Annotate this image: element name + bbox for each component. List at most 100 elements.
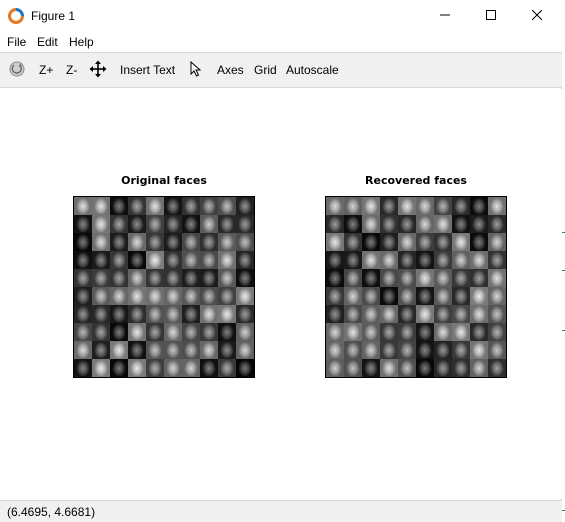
zoom-out-label: Z- — [66, 63, 78, 77]
face-thumbnail — [146, 269, 164, 287]
recovered-faces-image[interactable] — [325, 196, 507, 378]
face-thumbnail — [452, 269, 470, 287]
face-thumbnail — [434, 197, 452, 215]
face-thumbnail — [488, 359, 506, 377]
face-thumbnail — [470, 359, 488, 377]
menu-edit[interactable]: Edit — [37, 35, 58, 49]
face-thumbnail — [128, 215, 146, 233]
face-thumbnail — [326, 197, 344, 215]
face-thumbnail — [92, 287, 110, 305]
grid-button[interactable]: Grid — [254, 53, 277, 87]
face-thumbnail — [236, 269, 254, 287]
maximize-button[interactable] — [468, 0, 514, 32]
rotate-icon — [8, 60, 26, 81]
figure-window: Figure 1 File Edit Help Z+ Z- Insert Tex… — [0, 0, 562, 522]
face-thumbnail — [470, 323, 488, 341]
face-thumbnail — [110, 251, 128, 269]
face-thumbnail — [110, 197, 128, 215]
face-thumbnail — [182, 251, 200, 269]
face-thumbnail — [470, 251, 488, 269]
title-bar[interactable]: Figure 1 — [0, 0, 562, 32]
face-thumbnail — [218, 251, 236, 269]
face-thumbnail — [344, 287, 362, 305]
close-icon — [531, 9, 543, 23]
right-plot-title: Recovered faces — [365, 174, 467, 187]
face-thumbnail — [236, 323, 254, 341]
face-thumbnail — [380, 287, 398, 305]
face-thumbnail — [200, 305, 218, 323]
face-thumbnail — [434, 251, 452, 269]
face-thumbnail — [128, 287, 146, 305]
face-thumbnail — [326, 287, 344, 305]
face-thumbnail — [164, 197, 182, 215]
face-thumbnail — [92, 269, 110, 287]
face-thumbnail — [74, 269, 92, 287]
minimize-button[interactable] — [422, 0, 468, 32]
face-thumbnail — [452, 197, 470, 215]
face-thumbnail — [398, 305, 416, 323]
face-thumbnail — [398, 251, 416, 269]
zoom-out-button[interactable]: Z- — [66, 53, 77, 87]
face-thumbnail — [452, 233, 470, 251]
face-thumbnail — [326, 305, 344, 323]
face-thumbnail — [434, 359, 452, 377]
face-thumbnail — [164, 215, 182, 233]
face-thumbnail — [380, 359, 398, 377]
close-button[interactable] — [514, 0, 560, 32]
face-thumbnail — [128, 269, 146, 287]
insert-text-button[interactable]: Insert Text — [120, 53, 175, 87]
face-thumbnail — [164, 233, 182, 251]
face-thumbnail — [146, 287, 164, 305]
face-thumbnail — [164, 305, 182, 323]
face-thumbnail — [218, 197, 236, 215]
face-thumbnail — [236, 251, 254, 269]
face-thumbnail — [452, 305, 470, 323]
figure-canvas[interactable]: Original faces Recovered faces — [0, 89, 562, 499]
face-thumbnail — [488, 197, 506, 215]
face-thumbnail — [488, 215, 506, 233]
face-thumbnail — [182, 305, 200, 323]
menu-help[interactable]: Help — [69, 35, 94, 49]
status-bar: (6.4695, 4.6681) — [0, 500, 562, 522]
face-thumbnail — [470, 269, 488, 287]
face-thumbnail — [200, 323, 218, 341]
face-thumbnail — [434, 269, 452, 287]
zoom-in-button[interactable]: Z+ — [39, 53, 53, 87]
axes-button[interactable]: Axes — [217, 53, 244, 87]
maximize-icon — [486, 9, 496, 23]
face-thumbnail — [110, 287, 128, 305]
face-thumbnail — [110, 341, 128, 359]
face-thumbnail — [380, 269, 398, 287]
menu-file[interactable]: File — [7, 35, 26, 49]
face-thumbnail — [380, 251, 398, 269]
face-thumbnail — [398, 359, 416, 377]
left-plot-title: Original faces — [121, 174, 207, 187]
original-faces-image[interactable] — [73, 196, 255, 378]
face-thumbnail — [110, 233, 128, 251]
pan-button[interactable] — [89, 53, 107, 87]
face-thumbnail — [344, 341, 362, 359]
face-thumbnail — [128, 341, 146, 359]
face-thumbnail — [488, 323, 506, 341]
face-thumbnail — [128, 197, 146, 215]
face-thumbnail — [416, 233, 434, 251]
autoscale-button[interactable]: Autoscale — [286, 53, 339, 87]
face-thumbnail — [236, 215, 254, 233]
face-thumbnail — [110, 215, 128, 233]
face-thumbnail — [434, 287, 452, 305]
insert-text-label: Insert Text — [120, 63, 176, 77]
face-thumbnail — [488, 233, 506, 251]
face-thumbnail — [92, 251, 110, 269]
figure-toolbar: Z+ Z- Insert Text Axes Grid Autoscale — [0, 52, 562, 88]
select-button[interactable] — [189, 53, 203, 87]
face-thumbnail — [470, 341, 488, 359]
face-thumbnail — [452, 287, 470, 305]
face-thumbnail — [344, 215, 362, 233]
rotate-button[interactable] — [8, 53, 26, 87]
face-thumbnail — [200, 233, 218, 251]
face-thumbnail — [434, 215, 452, 233]
cursor-coordinates: (6.4695, 4.6681) — [7, 505, 96, 519]
face-thumbnail — [488, 269, 506, 287]
face-thumbnail — [344, 251, 362, 269]
face-thumbnail — [416, 305, 434, 323]
